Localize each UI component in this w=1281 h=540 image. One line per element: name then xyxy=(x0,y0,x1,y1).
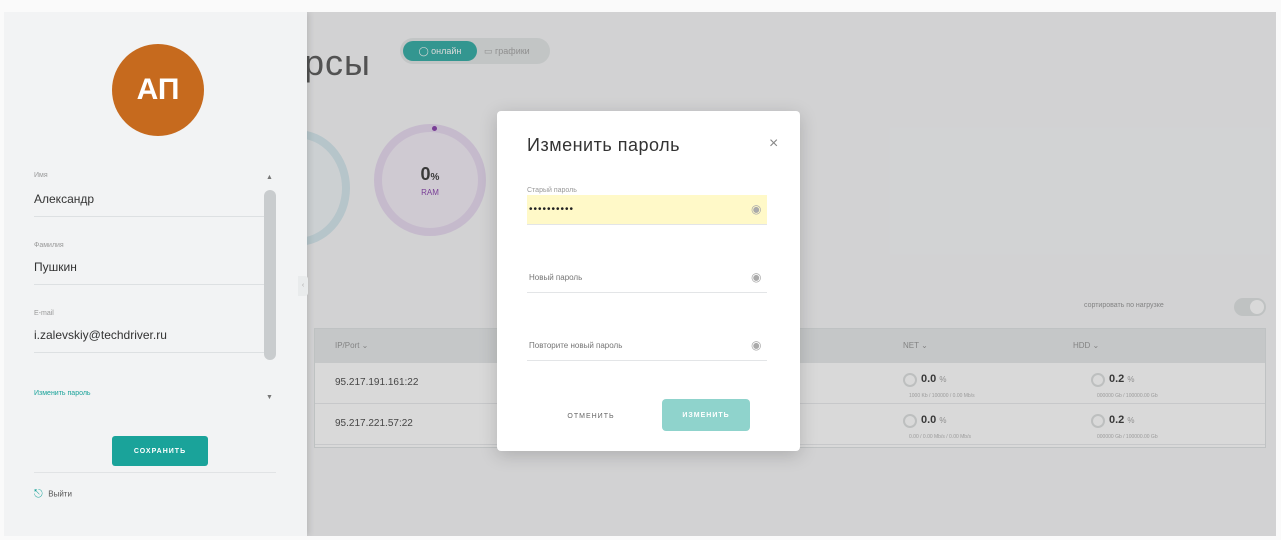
old-password-label: Старый пароль xyxy=(527,187,577,194)
scrollbar-thumb[interactable] xyxy=(264,190,276,360)
surname-field[interactable]: Пушкин xyxy=(34,260,77,274)
profile-panel: АП Имя Александр Фамилия Пушкин E-mail i… xyxy=(4,12,307,536)
surname-label: Фамилия xyxy=(34,242,64,249)
eye-icon[interactable]: ◉ xyxy=(751,270,761,284)
name-field[interactable]: Александр xyxy=(34,192,94,206)
logout-icon: ⎋ xyxy=(34,488,43,500)
divider xyxy=(34,284,266,285)
old-password-input[interactable] xyxy=(527,195,767,225)
scroll-up-icon[interactable]: ▲ xyxy=(266,174,273,181)
scroll-down-icon[interactable]: ▼ xyxy=(266,394,273,401)
avatar: АП xyxy=(112,44,204,136)
save-button[interactable]: СОХРАНИТЬ xyxy=(112,436,208,466)
repeat-password-input[interactable] xyxy=(527,331,767,361)
modal-title: Изменить пароль xyxy=(527,135,680,155)
name-label: Имя xyxy=(34,172,48,179)
change-password-modal: Изменить пароль × Старый пароль ◉ ◉ ◉ ОТ… xyxy=(497,111,800,451)
panel-scrollbar[interactable]: ▲ ▼ xyxy=(262,170,278,406)
new-password-input[interactable] xyxy=(527,263,767,293)
divider xyxy=(34,352,266,353)
logout-label: Выйти xyxy=(48,489,72,499)
logout-button[interactable]: ⎋ Выйти xyxy=(34,488,72,501)
app-window: рсы ◯ онлайн ▭ графики 0% RAM сортироват… xyxy=(4,12,1276,536)
email-field[interactable]: i.zalevskiy@techdriver.ru xyxy=(34,328,167,342)
email-label: E-mail xyxy=(34,310,54,317)
eye-icon[interactable]: ◉ xyxy=(751,338,761,352)
collapse-panel-button[interactable]: ‹ xyxy=(298,276,308,296)
cancel-button[interactable]: ОТМЕНИТЬ xyxy=(551,403,631,429)
close-icon[interactable]: × xyxy=(769,135,778,153)
submit-change-button[interactable]: ИЗМЕНИТЬ xyxy=(662,399,750,431)
eye-icon[interactable]: ◉ xyxy=(751,202,761,216)
change-password-link[interactable]: Изменить пароль xyxy=(34,390,91,397)
divider xyxy=(34,216,266,217)
divider xyxy=(34,472,276,473)
